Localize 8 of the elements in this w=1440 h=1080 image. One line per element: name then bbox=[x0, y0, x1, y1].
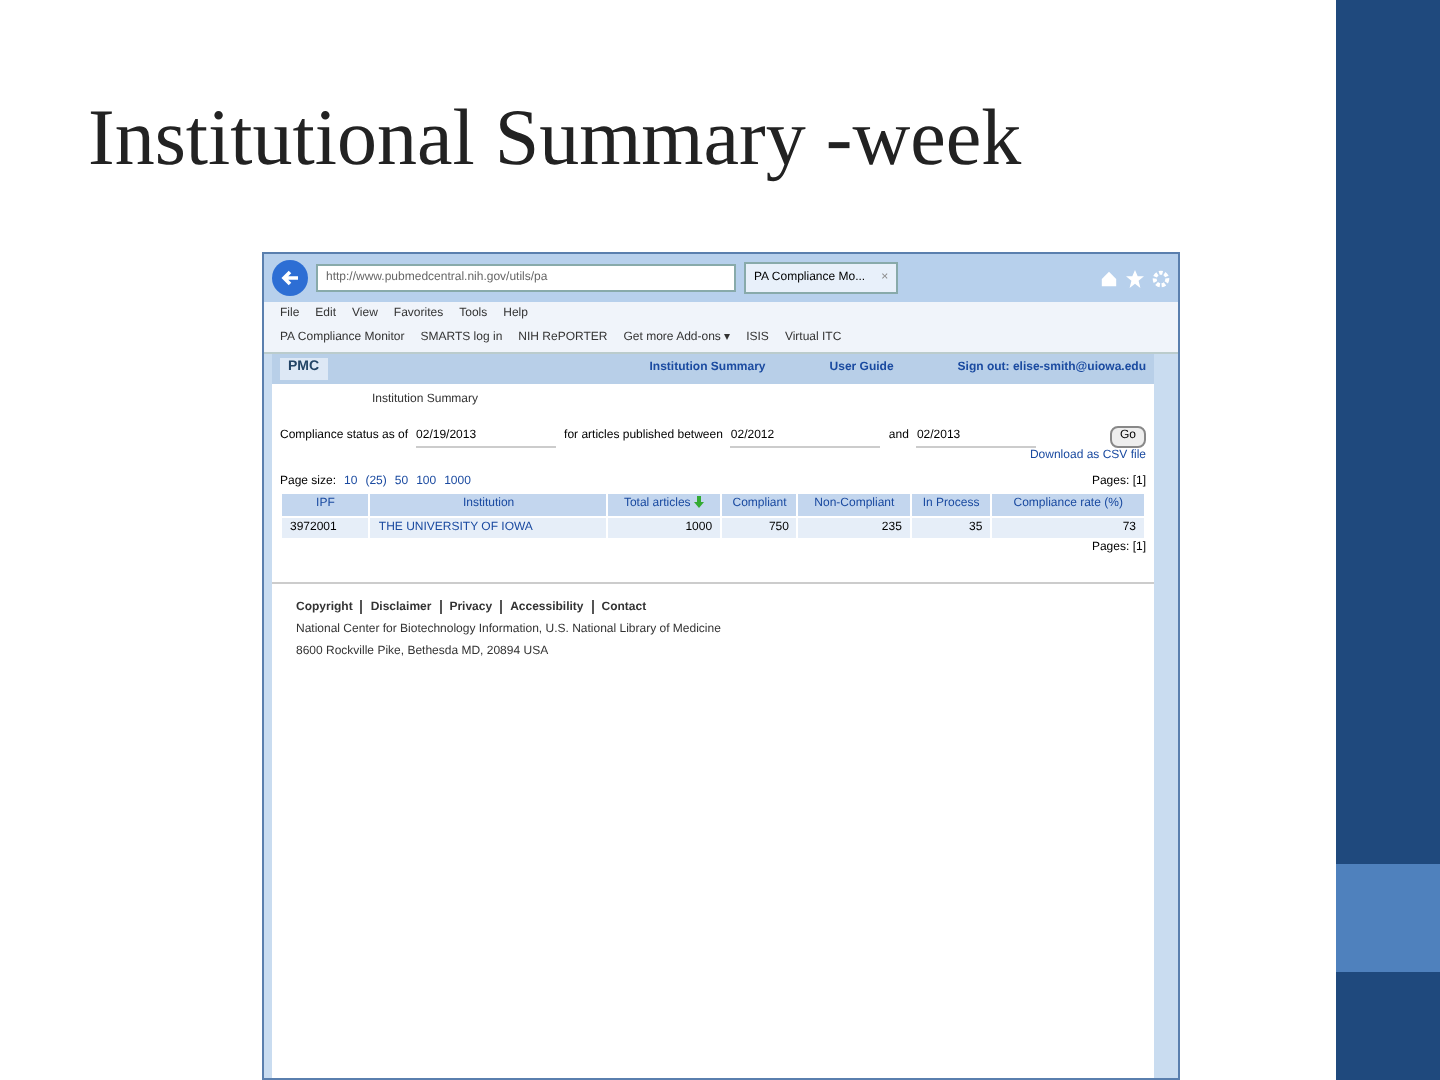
star-icon[interactable] bbox=[1126, 269, 1144, 287]
back-arrow-icon bbox=[280, 268, 300, 288]
home-icon[interactable] bbox=[1100, 269, 1118, 287]
slide-title: Institutional Summary -week bbox=[88, 90, 1024, 186]
back-button[interactable] bbox=[272, 260, 308, 296]
accent-block bbox=[1336, 864, 1440, 972]
settings-icon[interactable] bbox=[1152, 269, 1170, 287]
sort-arrow-icon bbox=[694, 496, 705, 509]
